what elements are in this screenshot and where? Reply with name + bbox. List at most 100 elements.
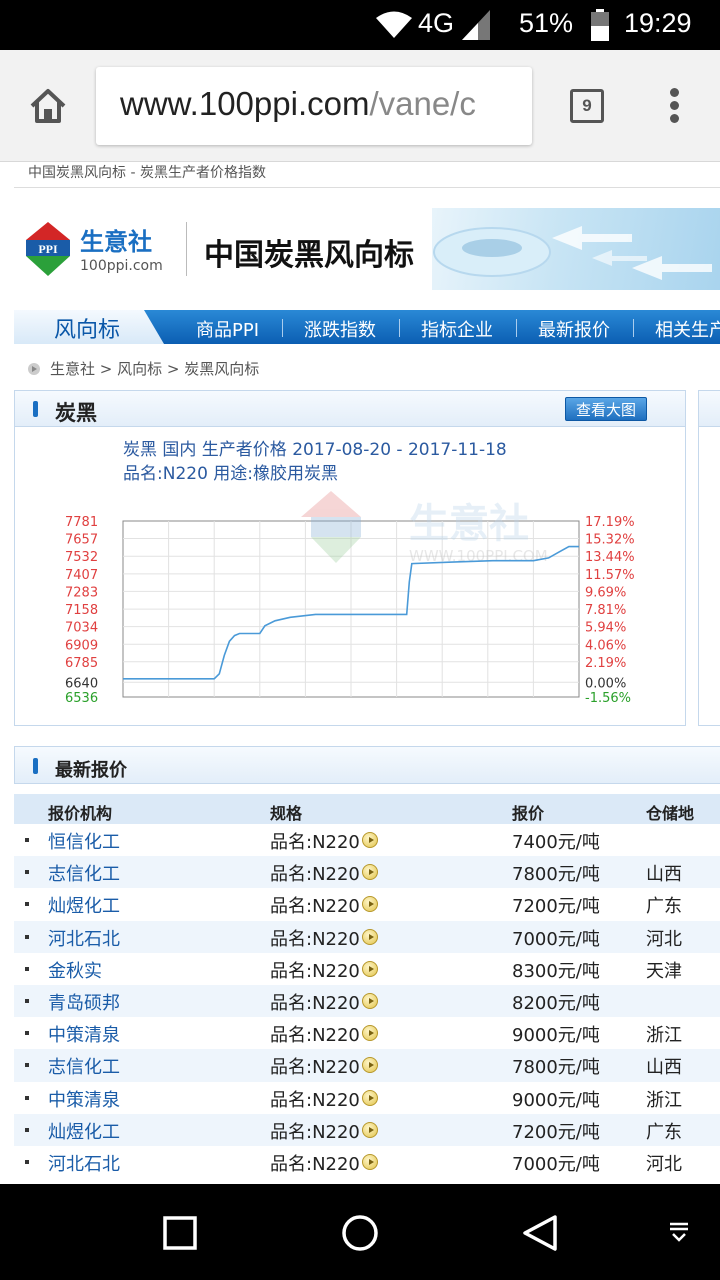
y-right-tick-label: 17.19% bbox=[585, 515, 635, 530]
table-row: 中策清泉 品名:N220 9000元/吨 浙江 bbox=[14, 1017, 720, 1049]
latest-quotes-header: 最新报价 bbox=[14, 746, 720, 784]
tab-switcher-button[interactable]: 9 bbox=[570, 89, 604, 123]
ppi-logo-icon[interactable]: PPI bbox=[26, 222, 70, 276]
detail-arrow-icon[interactable] bbox=[362, 1153, 378, 1170]
detail-arrow-icon[interactable] bbox=[362, 1089, 378, 1106]
chart-title: 炭黑 国内 生产者价格 2017-08-20 - 2017-11-18 bbox=[123, 440, 507, 460]
status-bar: 4G 51% 19:29 bbox=[0, 0, 720, 50]
quote-location: 浙江 bbox=[646, 1025, 682, 1047]
quote-org-link[interactable]: 河北石北 bbox=[48, 925, 120, 951]
table-row: 志信化工 品名:N220 7800元/吨 山西 bbox=[14, 856, 720, 889]
latest-quotes-title: 最新报价 bbox=[55, 760, 127, 781]
brand-name: 生意社 bbox=[80, 228, 152, 256]
keyboard-hide-icon[interactable] bbox=[668, 1222, 690, 1244]
quote-spec: 品名:N220 bbox=[270, 1025, 360, 1047]
quote-org-link[interactable]: 中策清泉 bbox=[48, 1021, 120, 1047]
quote-spec: 品名:N220 bbox=[270, 992, 360, 1014]
quote-org-link[interactable]: 中策清泉 bbox=[48, 1086, 120, 1112]
bullet-icon bbox=[25, 1063, 29, 1068]
nav-item-vane[interactable]: 风向标 bbox=[14, 310, 164, 344]
detail-arrow-icon[interactable] bbox=[362, 1121, 378, 1138]
logo-divider bbox=[186, 222, 187, 276]
home-icon[interactable] bbox=[28, 86, 68, 126]
detail-arrow-icon[interactable] bbox=[362, 1057, 378, 1074]
y-tick-label: 6909 bbox=[65, 638, 98, 653]
nav-item-companies[interactable]: 指标企业 bbox=[421, 316, 493, 342]
bullet-icon bbox=[25, 902, 29, 907]
y-right-tick-label: 13.44% bbox=[585, 550, 635, 565]
quote-price: 8200元/吨 bbox=[512, 992, 600, 1014]
y-axis-right: 17.19% 15.32% 13.44% 11.57% 9.69% 7.81% 5.94% 4… bbox=[585, 515, 635, 706]
quote-org-link[interactable]: 灿煜化工 bbox=[48, 892, 120, 918]
y-right-tick-label: 7.81% bbox=[585, 603, 626, 618]
quote-price: 9000元/吨 bbox=[512, 1025, 600, 1047]
bullet-icon bbox=[25, 1159, 29, 1164]
y-axis-left: 7781 7657 7532 7407 7283 7158 7034 6909 6785 6640… bbox=[65, 515, 98, 706]
quote-spec: 品名:N220 bbox=[270, 1121, 360, 1143]
quotes-table-header: 报价机构 规格 报价 仓储地 bbox=[14, 794, 720, 824]
quote-location: 天津 bbox=[646, 960, 682, 982]
nav-item-ppi[interactable]: 商品PPI bbox=[196, 316, 259, 342]
nav-item-index[interactable]: 涨跌指数 bbox=[304, 316, 376, 342]
breadcrumb: 生意社 > 风向标 > 炭黑风向标 bbox=[28, 358, 259, 379]
quote-org-link[interactable]: 灿煜化工 bbox=[48, 1118, 120, 1144]
quote-spec: 品名:N220 bbox=[270, 960, 360, 982]
quote-org-link[interactable]: 恒信化工 bbox=[48, 828, 120, 854]
page-heading-line: 中国炭黑风向标 - 炭黑生产者价格指数 bbox=[14, 162, 720, 188]
quote-location: 河北 bbox=[646, 928, 682, 950]
price-line-chart[interactable]: 炭黑 国内 生产者价格 2017-08-20 - 2017-11-18 品名:N… bbox=[15, 429, 685, 725]
detail-arrow-icon[interactable] bbox=[362, 992, 378, 1009]
clock: 19:29 bbox=[624, 8, 692, 38]
detail-arrow-icon[interactable] bbox=[362, 1025, 378, 1042]
breadcrumb-arrow-icon bbox=[28, 363, 40, 375]
detail-arrow-icon[interactable] bbox=[362, 896, 378, 913]
quote-spec: 品名:N220 bbox=[270, 896, 360, 918]
home-circle-icon[interactable] bbox=[341, 1214, 379, 1252]
view-large-chart-button[interactable]: 查看大图 bbox=[565, 397, 647, 421]
signal-icon bbox=[462, 10, 490, 40]
table-row: 中策清泉 品名:N220 9000元/吨 浙江 bbox=[14, 1082, 720, 1114]
col-org: 报价机构 bbox=[48, 804, 113, 823]
quote-price: 7200元/吨 bbox=[512, 1121, 600, 1143]
header-marker-icon bbox=[33, 401, 38, 417]
table-row: 金秋实 品名:N220 8300元/吨 天津 bbox=[14, 953, 720, 985]
back-icon[interactable] bbox=[521, 1214, 559, 1252]
y-right-tick-label: 0.00% bbox=[585, 676, 626, 691]
overflow-menu-icon[interactable] bbox=[668, 88, 680, 128]
battery-icon bbox=[591, 9, 609, 41]
battery-percent: 51% bbox=[519, 8, 574, 38]
nav-item-related[interactable]: 相关生产 bbox=[655, 316, 720, 342]
quote-price: 9000元/吨 bbox=[512, 1089, 600, 1111]
y-tick-label: 6785 bbox=[65, 656, 98, 671]
detail-arrow-icon[interactable] bbox=[362, 832, 378, 848]
url-text: www.100ppi.com/vane/c bbox=[120, 85, 476, 122]
chart-subtitle: 品名:N220 用途:橡胶用炭黑 bbox=[123, 464, 338, 484]
quote-spec: 品名:N220 bbox=[270, 864, 360, 886]
detail-arrow-icon[interactable] bbox=[362, 960, 378, 977]
col-price: 报价 bbox=[512, 804, 545, 823]
quote-price: 7800元/吨 bbox=[512, 1057, 600, 1079]
address-bar[interactable]: www.100ppi.com/vane/c bbox=[96, 67, 532, 145]
quote-org-link[interactable]: 志信化工 bbox=[48, 1053, 120, 1079]
recents-icon[interactable] bbox=[163, 1216, 197, 1250]
site-title: 中国炭黑风向标 bbox=[204, 238, 414, 273]
quote-org-link[interactable]: 河北石北 bbox=[48, 1150, 120, 1176]
quotes-table-body: 恒信化工 品名:N220 7400元/吨 志信化工 品名:N220 7800元/吨 山西 灿煜… bbox=[14, 824, 720, 1178]
bullet-icon bbox=[25, 870, 29, 875]
y-right-tick-label: 9.69% bbox=[585, 585, 626, 600]
detail-arrow-icon[interactable] bbox=[362, 928, 378, 945]
panel-title: 炭黑 bbox=[55, 401, 97, 425]
quote-org-link[interactable]: 金秋实 bbox=[48, 957, 102, 983]
quote-org-link[interactable]: 志信化工 bbox=[48, 860, 120, 886]
bullet-icon bbox=[25, 998, 29, 1003]
nav-item-quotes[interactable]: 最新报价 bbox=[538, 316, 610, 342]
y-tick-label: 6536 bbox=[65, 691, 98, 706]
y-tick-label: 7283 bbox=[65, 585, 98, 600]
panel-header: 炭黑 查看大图 bbox=[15, 391, 685, 427]
detail-arrow-icon[interactable] bbox=[362, 864, 378, 881]
quote-price: 7400元/吨 bbox=[512, 832, 600, 853]
price-chart-panel: 炭黑 查看大图 炭黑 国内 生产者价格 2017-08-20 - 2017-11… bbox=[14, 390, 686, 726]
quote-org-link[interactable]: 青岛硕邦 bbox=[48, 989, 120, 1015]
y-right-tick-label: 15.32% bbox=[585, 533, 635, 548]
quote-location: 广东 bbox=[646, 1121, 682, 1143]
